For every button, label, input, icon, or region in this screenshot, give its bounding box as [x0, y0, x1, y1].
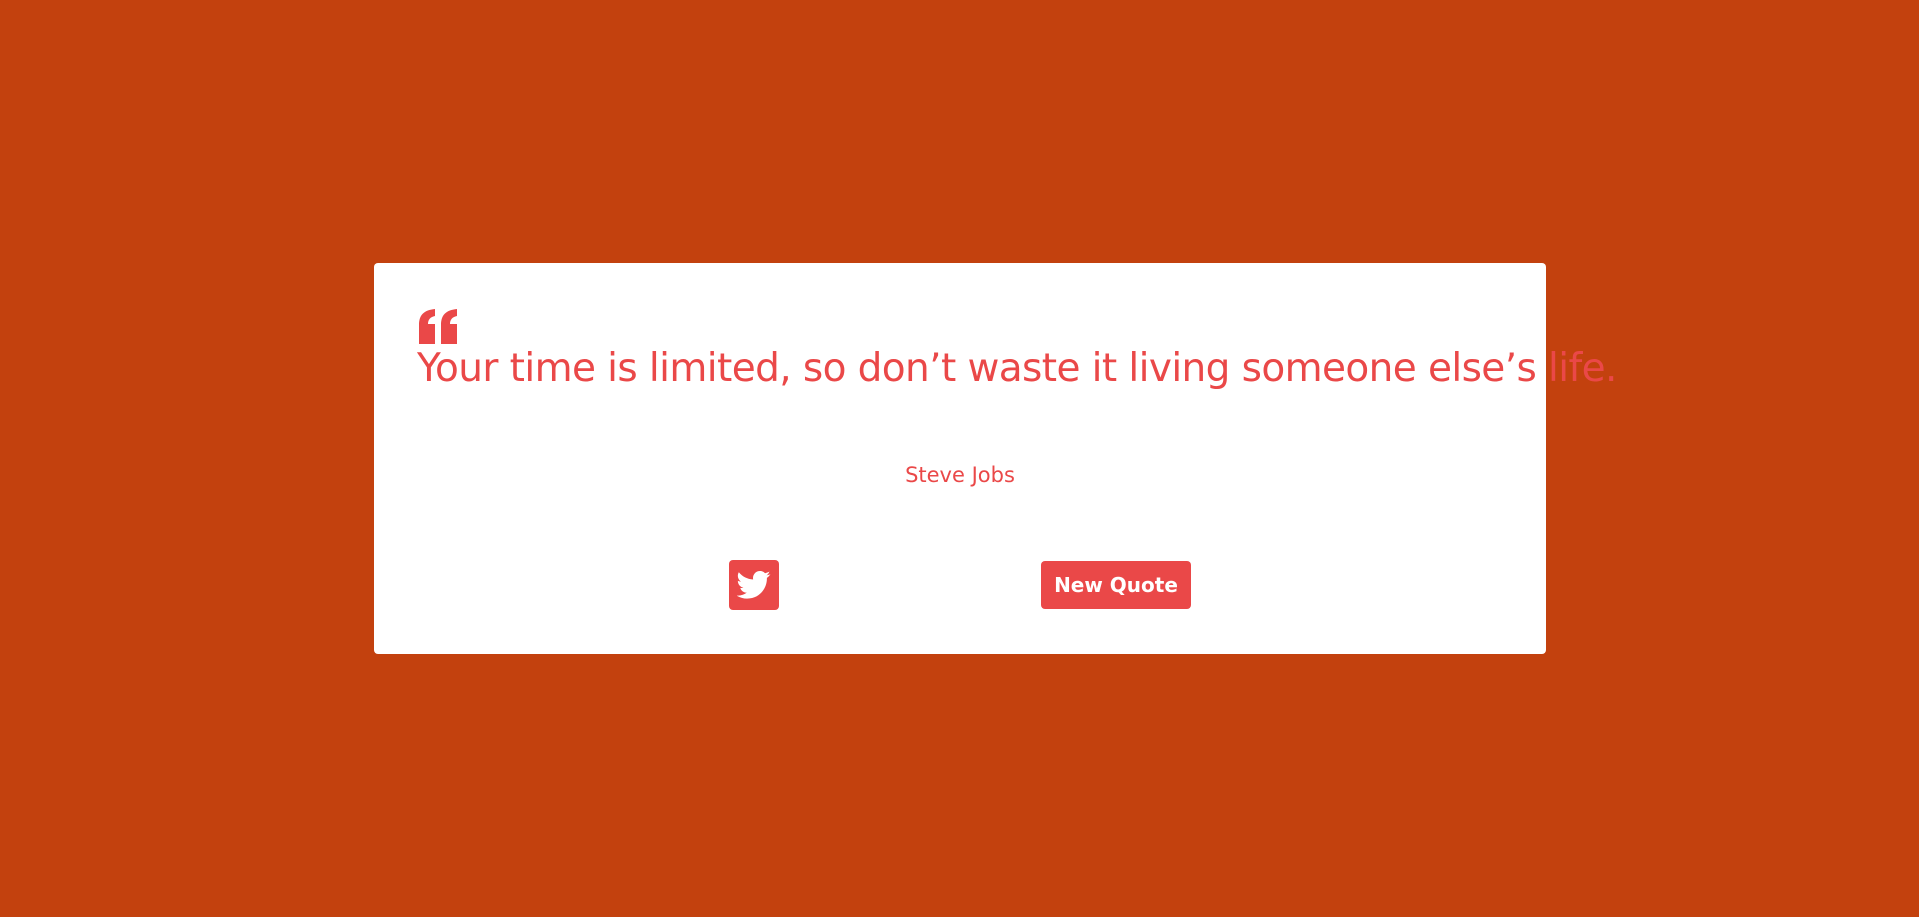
page-background: Your time is limited, so don’t waste it …	[0, 0, 1919, 917]
tweet-quote-button[interactable]	[729, 560, 779, 610]
quote-left-icon	[419, 309, 457, 344]
twitter-icon	[737, 570, 771, 599]
quote-card: Your time is limited, so don’t waste it …	[374, 263, 1617, 654]
quote-text: Your time is limited, so don’t waste it …	[417, 346, 1617, 391]
new-quote-button[interactable]: New Quote	[1041, 561, 1191, 609]
quote-author: Steve Jobs	[905, 463, 1015, 487]
